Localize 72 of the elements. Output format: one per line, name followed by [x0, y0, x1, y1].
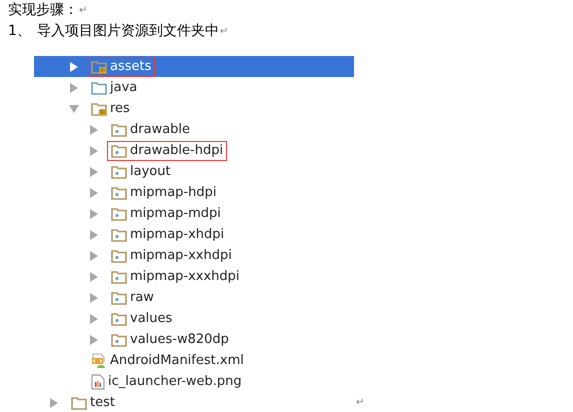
tree-item-label: values: [130, 310, 172, 328]
folder-icon: [111, 290, 127, 304]
tree-row[interactable]: drawable-hdpi: [34, 140, 354, 161]
tree-item-label: mipmap-hdpi: [130, 184, 216, 202]
folder-icon: [111, 332, 127, 346]
tree-row[interactable]: mipmap-mdpi: [34, 203, 354, 224]
image-file-icon: [91, 374, 105, 390]
folder-icon: [111, 270, 127, 284]
tree-item-label: mipmap-xxxhdpi: [130, 268, 240, 286]
tree-item-label: ic_launcher-web.png: [108, 372, 242, 391]
tree-item-label: raw: [130, 288, 154, 307]
tree-row[interactable]: drawable: [34, 119, 354, 140]
folder-icon: [71, 396, 87, 410]
tree-row[interactable]: res: [34, 98, 354, 119]
tree-row[interactable]: ic_launcher-web.png: [34, 371, 354, 392]
tree-item-label: mipmap-xhdpi: [130, 226, 224, 244]
tree-item-label: layout: [130, 162, 171, 181]
folder-icon: [111, 122, 127, 136]
folder-icon: [111, 228, 127, 242]
tree-item-label: AndroidManifest.xml: [110, 352, 244, 370]
tree-item-label: mipmap-mdpi: [130, 204, 221, 223]
paragraph-mark: ↵: [220, 25, 228, 39]
tree-item-label: res: [110, 100, 130, 118]
tree-item-label: assets: [110, 58, 152, 76]
tree-item-label: drawable: [130, 120, 190, 139]
xml-file-icon: [91, 352, 107, 368]
tree-row[interactable]: mipmap-xxhdpi: [34, 245, 354, 266]
collapsed-arrow-icon[interactable]: [89, 230, 99, 240]
collapsed-arrow-icon[interactable]: [89, 250, 99, 260]
paragraph-mark: ↵: [356, 396, 364, 410]
tree-row[interactable]: mipmap-hdpi: [34, 182, 354, 203]
tree-row[interactable]: mipmap-xhdpi: [34, 224, 354, 245]
collapsed-arrow-icon[interactable]: [69, 82, 79, 92]
tree-row[interactable]: values-w820dp: [34, 329, 354, 350]
tree-row[interactable]: raw: [34, 287, 354, 308]
folder-icon: [111, 206, 127, 220]
tree-item-label: mipmap-xxhdpi: [130, 246, 232, 265]
folder-icon: [111, 144, 127, 158]
list-number: 1、: [8, 22, 31, 41]
collapsed-arrow-icon[interactable]: [89, 292, 99, 302]
collapsed-arrow-icon[interactable]: [69, 62, 79, 72]
resource-folder-icon: [91, 60, 107, 74]
collapsed-arrow-icon[interactable]: [89, 334, 99, 344]
collapsed-arrow-icon[interactable]: [89, 272, 99, 282]
tree-item-label: test: [90, 394, 115, 412]
folder-icon: [111, 248, 127, 262]
tree-item-label: java: [110, 78, 138, 97]
tree-row[interactable]: assets: [34, 56, 354, 77]
collapsed-arrow-icon[interactable]: [49, 398, 59, 408]
tree-row[interactable]: mipmap-xxxhdpi: [34, 266, 354, 287]
tree-item-label: values-w820dp: [130, 330, 229, 349]
collapsed-arrow-icon[interactable]: [89, 146, 99, 156]
tree-row[interactable]: layout: [34, 161, 354, 182]
expanded-arrow-icon[interactable]: [69, 104, 79, 114]
collapsed-arrow-icon[interactable]: [89, 314, 99, 324]
collapsed-arrow-icon[interactable]: [89, 166, 99, 176]
folder-icon: [111, 186, 127, 200]
folder-icon: [91, 80, 107, 94]
tree-row[interactable]: java: [34, 77, 354, 98]
folder-icon: [111, 164, 127, 178]
document-text: 实现步骤：: [8, 1, 78, 20]
collapsed-arrow-icon[interactable]: [89, 188, 99, 198]
tree-item-label: drawable-hdpi: [130, 142, 224, 160]
tree-row[interactable]: AndroidManifest.xml: [34, 350, 354, 371]
collapsed-arrow-icon[interactable]: [89, 124, 99, 134]
collapsed-arrow-icon[interactable]: [89, 208, 99, 218]
tree-row[interactable]: test: [34, 392, 354, 412]
document-text: 导入项目图片资源到文件夹中: [36, 22, 219, 41]
folder-icon: [111, 312, 127, 326]
tree-row[interactable]: values: [34, 308, 354, 329]
paragraph-mark: ↵: [79, 4, 88, 18]
resource-folder-icon: [91, 102, 107, 116]
